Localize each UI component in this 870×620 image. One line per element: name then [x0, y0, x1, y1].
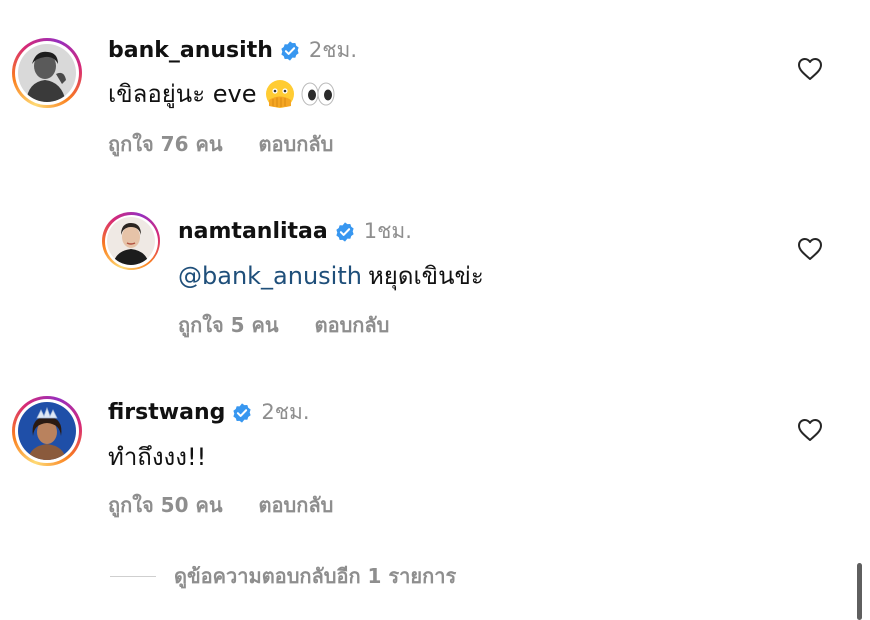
like-count[interactable]: ถูกใจ 5 คน	[178, 309, 279, 341]
username[interactable]: bank_anusith	[108, 38, 273, 63]
face-with-open-eyes-and-hand-over-mouth-emoji	[264, 78, 296, 110]
avatar-bank-anusith[interactable]	[12, 38, 82, 108]
verified-badge-icon	[279, 40, 301, 62]
timestamp: 2ชม.	[308, 38, 358, 62]
reply-button[interactable]: ตอบกลับ	[315, 309, 390, 341]
avatar-namtanlitaa[interactable]	[102, 212, 160, 270]
avatar-photo	[18, 44, 76, 102]
scrollbar[interactable]	[857, 563, 862, 620]
timestamp: 1ชม.	[363, 219, 412, 243]
eyes-emoji	[300, 79, 336, 109]
like-count[interactable]: ถูกใจ 50 คน	[108, 489, 223, 521]
heart-outline-icon[interactable]	[797, 237, 823, 261]
timestamp: 2ชม.	[261, 400, 310, 424]
verified-badge-icon	[334, 221, 356, 243]
reply-button[interactable]: ตอบกลับ	[259, 489, 334, 521]
username[interactable]: firstwang	[108, 400, 225, 425]
avatar-firstwang[interactable]	[12, 396, 82, 466]
comment-text: เขิลอยู่นะ eve	[108, 74, 336, 113]
comment-text: ทำถึงงง!!	[108, 443, 207, 471]
comment-text: @bank_anusith หยุดเขินข่ะ	[178, 261, 484, 291]
avatar-photo	[18, 402, 76, 460]
avatar-photo	[107, 217, 155, 265]
username[interactable]: namtanlitaa	[178, 219, 328, 244]
like-count[interactable]: ถูกใจ 76 คน	[108, 128, 223, 160]
reply-button[interactable]: ตอบกลับ	[259, 128, 334, 160]
view-more-replies-label: ดูข้อความตอบกลับอีก 1 รายการ	[174, 564, 457, 588]
divider-line	[110, 575, 156, 577]
heart-outline-icon[interactable]	[797, 57, 823, 81]
verified-badge-icon	[231, 402, 253, 424]
view-more-replies-button[interactable]: ดูข้อความตอบกลับอีก 1 รายการ	[110, 560, 456, 592]
mention-link[interactable]: @bank_anusith	[178, 262, 362, 290]
heart-outline-icon[interactable]	[797, 418, 823, 442]
